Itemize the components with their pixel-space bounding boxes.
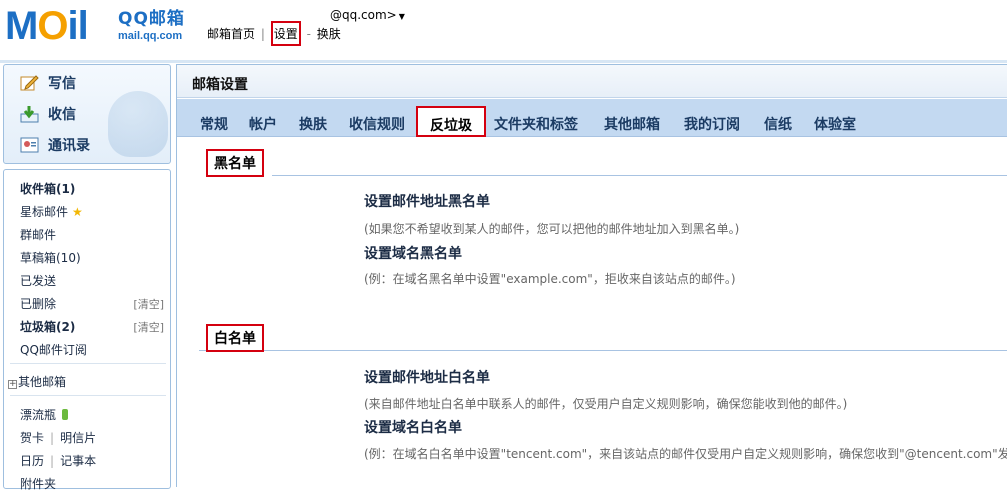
header: MOil QQ邮箱 mail.qq.com @qq.com> ▼ 邮箱首页 | 设…	[0, 0, 1007, 63]
folder-starred-label: 星标邮件	[20, 205, 69, 219]
section-divider	[199, 350, 1007, 351]
contacts-button[interactable]: 通讯录	[20, 135, 90, 155]
blacklist-domain-desc: (例：在域名黑名单中设置"example.com"，拒收来自该站点的邮件。)	[364, 272, 736, 286]
bottle-icon	[62, 409, 69, 420]
nav-separator: |	[260, 27, 265, 41]
tab-stationery[interactable]: 信纸	[764, 114, 792, 134]
whitelist-heading: 白名单	[206, 324, 264, 352]
folder-drafts[interactable]: 草稿箱(10)	[20, 249, 81, 266]
logo-domain: mail.qq.com	[118, 30, 183, 42]
whitelist-address-link[interactable]: 设置邮件地址白名单	[364, 367, 490, 387]
tab-folders-labels[interactable]: 文件夹和标签	[494, 114, 578, 134]
blacklist-heading: 黑名单	[206, 149, 264, 177]
page-title: 邮箱设置	[192, 77, 248, 93]
other-mailboxes-label: 其他邮箱	[18, 375, 67, 389]
inbox-download-icon	[20, 105, 40, 123]
header-divider	[0, 60, 1007, 63]
folder-list: 收件箱(1) 星标邮件 ★ 群邮件 草稿箱(10) 已发送 已删除 [清空] 垃圾…	[3, 169, 171, 492]
blacklist-address-desc: (如果您不希望收到某人的邮件，您可以把他的邮件地址加入到黑名单。)	[364, 222, 740, 236]
drift-bottle-label: 漂流瓶	[20, 408, 57, 422]
compose-button[interactable]: 写信	[20, 73, 76, 93]
folder-deleted[interactable]: 已删除	[20, 295, 56, 312]
logo-title: QQ邮箱	[118, 9, 185, 29]
app-calendar[interactable]: 日历	[20, 454, 44, 468]
nav-settings[interactable]: 设置	[270, 21, 301, 46]
pipe-separator: |	[50, 431, 55, 445]
quick-actions: 写信 收信 通讯录	[3, 64, 171, 164]
app-greeting-card[interactable]: 贺卡	[20, 431, 44, 445]
tab-lab[interactable]: 体验室	[814, 114, 856, 134]
expand-plus-icon[interactable]: +	[8, 380, 17, 389]
clear-deleted-link[interactable]: [清空]	[133, 296, 164, 312]
section-divider	[272, 175, 1007, 176]
app-notepad[interactable]: 记事本	[60, 454, 96, 468]
tab-other-mailboxes[interactable]: 其他邮箱	[604, 114, 660, 134]
penguin-watermark-icon	[108, 91, 168, 157]
folder-sent[interactable]: 已发送	[20, 272, 56, 289]
whitelist-domain-link[interactable]: 设置域名白名单	[364, 417, 462, 437]
tab-anti-spam[interactable]: 反垃圾	[416, 106, 486, 137]
logo-text: QQ邮箱 mail.qq.com	[118, 9, 185, 43]
app-drift-bottle[interactable]: 漂流瓶	[20, 406, 69, 423]
whitelist-domain-desc: (例：在域名白名单中设置"tencent.com"，来自该站点的邮件仅受用户自定…	[364, 447, 1007, 461]
whitelist-address-desc: (来自邮件地址白名单中联系人的邮件，仅受用户自定义规则影响，确保您能收到他的邮件…	[364, 397, 848, 411]
address-book-icon	[20, 136, 40, 154]
receive-label: 收信	[48, 107, 76, 123]
blacklist-address-link[interactable]: 设置邮件地址黑名单	[364, 191, 490, 211]
app-attachments[interactable]: 附件夹	[20, 475, 56, 492]
folder-divider	[10, 395, 166, 396]
settings-tabs: 常规 帐户 换肤 收信规则 反垃圾 文件夹和标签 其他邮箱 我的订阅 信纸 体验…	[177, 99, 1007, 137]
contacts-label: 通讯录	[48, 138, 90, 154]
compose-label: 写信	[48, 76, 76, 92]
blacklist-domain-link[interactable]: 设置域名黑名单	[364, 243, 462, 263]
nav-change-skin[interactable]: 换肤	[317, 25, 341, 42]
pipe-separator: |	[50, 454, 55, 468]
account-address: @qq.com>	[330, 8, 397, 22]
app-calendar-row: 日历 | 记事本	[20, 452, 96, 469]
settings-header: 邮箱设置	[177, 65, 1007, 98]
app-postcard[interactable]: 明信片	[60, 431, 96, 445]
folder-spam[interactable]: 垃圾箱(2)	[20, 318, 75, 335]
star-icon: ★	[72, 205, 83, 219]
folder-inbox[interactable]: 收件箱(1)	[20, 180, 75, 197]
sidebar: 写信 收信 通讯录 收件箱(1) 星标邮件 ★ 群邮件 草稿箱(10) 已发送 已…	[3, 64, 171, 492]
nav-separator: -	[306, 27, 311, 41]
settings-panel: 邮箱设置 常规 帐户 换肤 收信规则 反垃圾 文件夹和标签 其他邮箱 我的订阅 …	[176, 64, 1007, 487]
account-menu[interactable]: @qq.com> ▼	[330, 8, 405, 22]
folder-group[interactable]: 群邮件	[20, 226, 56, 243]
logo-wordmark: MOil	[5, 4, 89, 48]
folder-other-mailboxes[interactable]: +其他邮箱	[8, 373, 66, 390]
tab-skin[interactable]: 换肤	[299, 114, 327, 134]
receive-button[interactable]: 收信	[20, 104, 76, 124]
caret-down-icon: ▼	[398, 12, 405, 21]
clear-spam-link[interactable]: [清空]	[133, 319, 164, 335]
tab-account[interactable]: 帐户	[249, 114, 277, 134]
tab-subscriptions[interactable]: 我的订阅	[684, 114, 740, 134]
app-cards-row: 贺卡 | 明信片	[20, 429, 96, 446]
folder-divider	[10, 363, 166, 364]
qq-mail-logo[interactable]: MOil QQ邮箱 mail.qq.com	[5, 4, 195, 48]
tab-general[interactable]: 常规	[200, 114, 228, 134]
top-nav: 邮箱首页 | 设置 - 换肤	[207, 21, 341, 46]
pencil-icon	[20, 74, 40, 92]
folder-starred[interactable]: 星标邮件 ★	[20, 203, 83, 220]
nav-mailbox-home[interactable]: 邮箱首页	[207, 25, 255, 42]
tab-receive-rules[interactable]: 收信规则	[349, 114, 405, 134]
folder-subscription[interactable]: QQ邮件订阅	[20, 341, 87, 358]
